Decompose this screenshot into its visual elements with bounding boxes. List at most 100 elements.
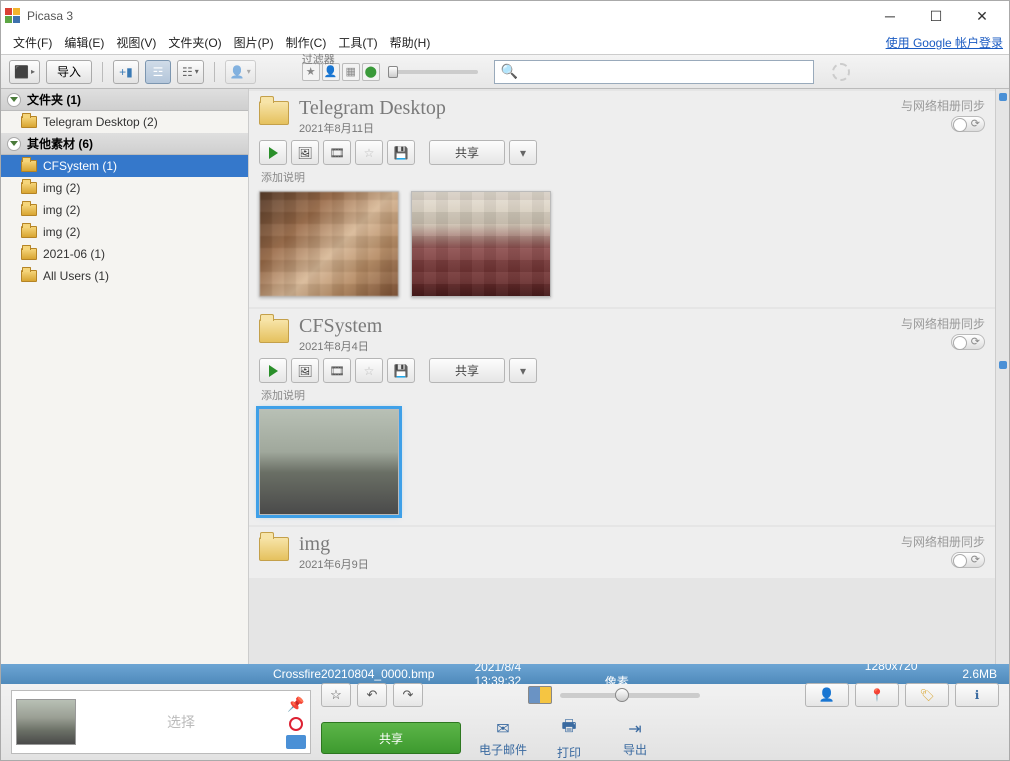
- album-title[interactable]: CFSystem: [299, 315, 382, 338]
- album-date: 2021年8月11日: [299, 120, 446, 136]
- sidebar: 文件夹 (1) Telegram Desktop (2) 其他素材 (6) CF…: [1, 89, 249, 664]
- signin-link[interactable]: 使用 Google 帐户登录: [886, 34, 1003, 51]
- email-icon: ✉: [496, 719, 509, 739]
- zoom-slider[interactable]: [560, 693, 700, 698]
- folder-icon[interactable]: [259, 537, 289, 561]
- menu-file[interactable]: 文件(F): [7, 32, 58, 53]
- rail-marker[interactable]: [999, 361, 1007, 369]
- sidebar-item-img[interactable]: img (2): [1, 177, 248, 199]
- tag-button[interactable]: 🏷: [905, 683, 949, 707]
- main: 文件夹 (1) Telegram Desktop (2) 其他素材 (6) CF…: [1, 89, 1009, 664]
- folder-icon: [21, 204, 37, 216]
- big-share-button[interactable]: 共享: [321, 722, 461, 754]
- export-action[interactable]: ⇥导出: [611, 719, 659, 758]
- loading-spinner-icon: [832, 63, 850, 81]
- email-action[interactable]: ✉电子邮件: [479, 719, 527, 758]
- controls: ☆ ↶ ↷ 👤 📍 🏷 ℹ 共享 ✉电子邮件 🖶打印 ⇥导出: [321, 683, 999, 761]
- clear-tray-icon[interactable]: [289, 717, 303, 731]
- folder-icon: [21, 116, 37, 128]
- person-tag-button[interactable]: 👤: [805, 683, 849, 707]
- search-input[interactable]: 🔍: [494, 60, 814, 84]
- album-cfsystem: CFSystem 2021年8月4日 与网络相册同步 🖼 🎞 ☆ 💾 共享 ▾ …: [249, 309, 995, 525]
- maximize-button[interactable]: ☐: [913, 1, 959, 31]
- photo-thumbnail[interactable]: [259, 191, 399, 297]
- close-button[interactable]: ✕: [959, 1, 1005, 31]
- info-button[interactable]: ℹ: [955, 683, 999, 707]
- menu-tools[interactable]: 工具(T): [332, 32, 383, 53]
- sidebar-item-2021-06[interactable]: 2021-06 (1): [1, 243, 248, 265]
- sidebar-item-allusers[interactable]: All Users (1): [1, 265, 248, 287]
- sidebar-section-other[interactable]: 其他素材 (6): [1, 133, 248, 155]
- back-button[interactable]: ⬛▸: [9, 60, 40, 84]
- rail-marker[interactable]: [999, 93, 1007, 101]
- sync-label: 与网络相册同步: [901, 533, 985, 550]
- movie-button[interactable]: 🎞: [323, 140, 351, 165]
- titlebar: Picasa 3 ─ ☐ ✕: [1, 1, 1009, 31]
- filter-grid-icon[interactable]: ▦: [342, 63, 360, 81]
- people-button[interactable]: 👤▾: [225, 60, 256, 84]
- play-slideshow-button[interactable]: [259, 140, 287, 165]
- menu-view[interactable]: 视图(V): [110, 32, 162, 53]
- folder-icon[interactable]: [259, 101, 289, 125]
- sidebar-item-img[interactable]: img (2): [1, 199, 248, 221]
- minimize-button[interactable]: ─: [867, 1, 913, 31]
- album-caption[interactable]: 添加说明: [261, 169, 985, 185]
- menu-edit[interactable]: 编辑(E): [58, 32, 110, 53]
- pin-icon[interactable]: 📌: [287, 696, 304, 713]
- sidebar-section-folders[interactable]: 文件夹 (1): [1, 89, 248, 111]
- album-caption[interactable]: 添加说明: [261, 387, 985, 403]
- bottom-panel: 选择 📌 ☆ ↶ ↷ 👤 📍 🏷 ℹ 共享: [1, 684, 1009, 760]
- detail-view-button[interactable]: ☷▾: [177, 60, 204, 84]
- list-view-button[interactable]: ☲: [145, 60, 171, 84]
- selection-tray: 选择 📌: [11, 690, 311, 754]
- hold-tray-icon[interactable]: [286, 735, 306, 749]
- add-photo-button[interactable]: 🖼: [291, 358, 319, 383]
- album-date: 2021年6月9日: [299, 556, 369, 572]
- filter-zone: 过滤器 ★ 👤 ▦ ⬤: [302, 63, 478, 81]
- menu-help[interactable]: 帮助(H): [384, 32, 437, 53]
- photo-thumbnail[interactable]: [411, 191, 551, 297]
- play-slideshow-button[interactable]: [259, 358, 287, 383]
- toolbar: ⬛▸ 导入 +▮ ☲ ☷▾ 👤▾ 过滤器 ★ 👤 ▦ ⬤ 🔍: [1, 55, 1009, 89]
- add-photo-button[interactable]: 🖼: [291, 140, 319, 165]
- folder-icon[interactable]: [259, 319, 289, 343]
- collapse-icon: [7, 93, 21, 107]
- rotate-left-button[interactable]: ↶: [357, 683, 387, 707]
- share-button[interactable]: 共享: [429, 358, 505, 383]
- rotate-right-button[interactable]: ↷: [393, 683, 423, 707]
- filter-slider[interactable]: [388, 70, 478, 74]
- scroll-rail[interactable]: [995, 89, 1009, 664]
- sidebar-item-telegram[interactable]: Telegram Desktop (2): [1, 111, 248, 133]
- sync-toggle[interactable]: [951, 552, 985, 568]
- album-img: img 2021年6月9日 与网络相册同步: [249, 527, 995, 578]
- info-size: 2.6MB: [962, 667, 997, 681]
- print-action[interactable]: 🖶打印: [545, 715, 593, 761]
- movie-button[interactable]: 🎞: [323, 358, 351, 383]
- menu-folder[interactable]: 文件夹(O): [162, 32, 227, 53]
- sync-toggle[interactable]: [951, 334, 985, 350]
- share-button[interactable]: 共享: [429, 140, 505, 165]
- folder-icon: [21, 226, 37, 238]
- share-dropdown[interactable]: ▾: [509, 140, 537, 165]
- print-icon: 🖶: [561, 715, 576, 742]
- save-button[interactable]: 💾: [387, 358, 415, 383]
- geotag-button[interactable]: 📍: [855, 683, 899, 707]
- tray-thumbnail[interactable]: [16, 699, 76, 745]
- sidebar-item-cfsystem[interactable]: CFSystem (1): [1, 155, 248, 177]
- album-title[interactable]: Telegram Desktop: [299, 97, 446, 120]
- sidebar-item-img[interactable]: img (2): [1, 221, 248, 243]
- photo-thumbnail-selected[interactable]: [259, 409, 399, 515]
- star-button[interactable]: ☆: [355, 358, 383, 383]
- import-button[interactable]: 导入: [46, 60, 92, 84]
- album-title[interactable]: img: [299, 533, 369, 556]
- content: Telegram Desktop 2021年8月11日 与网络相册同步 🖼 🎞 …: [249, 89, 995, 664]
- save-button[interactable]: 💾: [387, 140, 415, 165]
- add-folder-button[interactable]: +▮: [113, 60, 139, 84]
- star-toggle-button[interactable]: ☆: [321, 683, 351, 707]
- filter-label: 过滤器: [302, 51, 335, 67]
- star-button[interactable]: ☆: [355, 140, 383, 165]
- share-dropdown[interactable]: ▾: [509, 358, 537, 383]
- menu-picture[interactable]: 图片(P): [228, 32, 280, 53]
- sync-toggle[interactable]: [951, 116, 985, 132]
- filter-tag-icon[interactable]: ⬤: [362, 63, 380, 81]
